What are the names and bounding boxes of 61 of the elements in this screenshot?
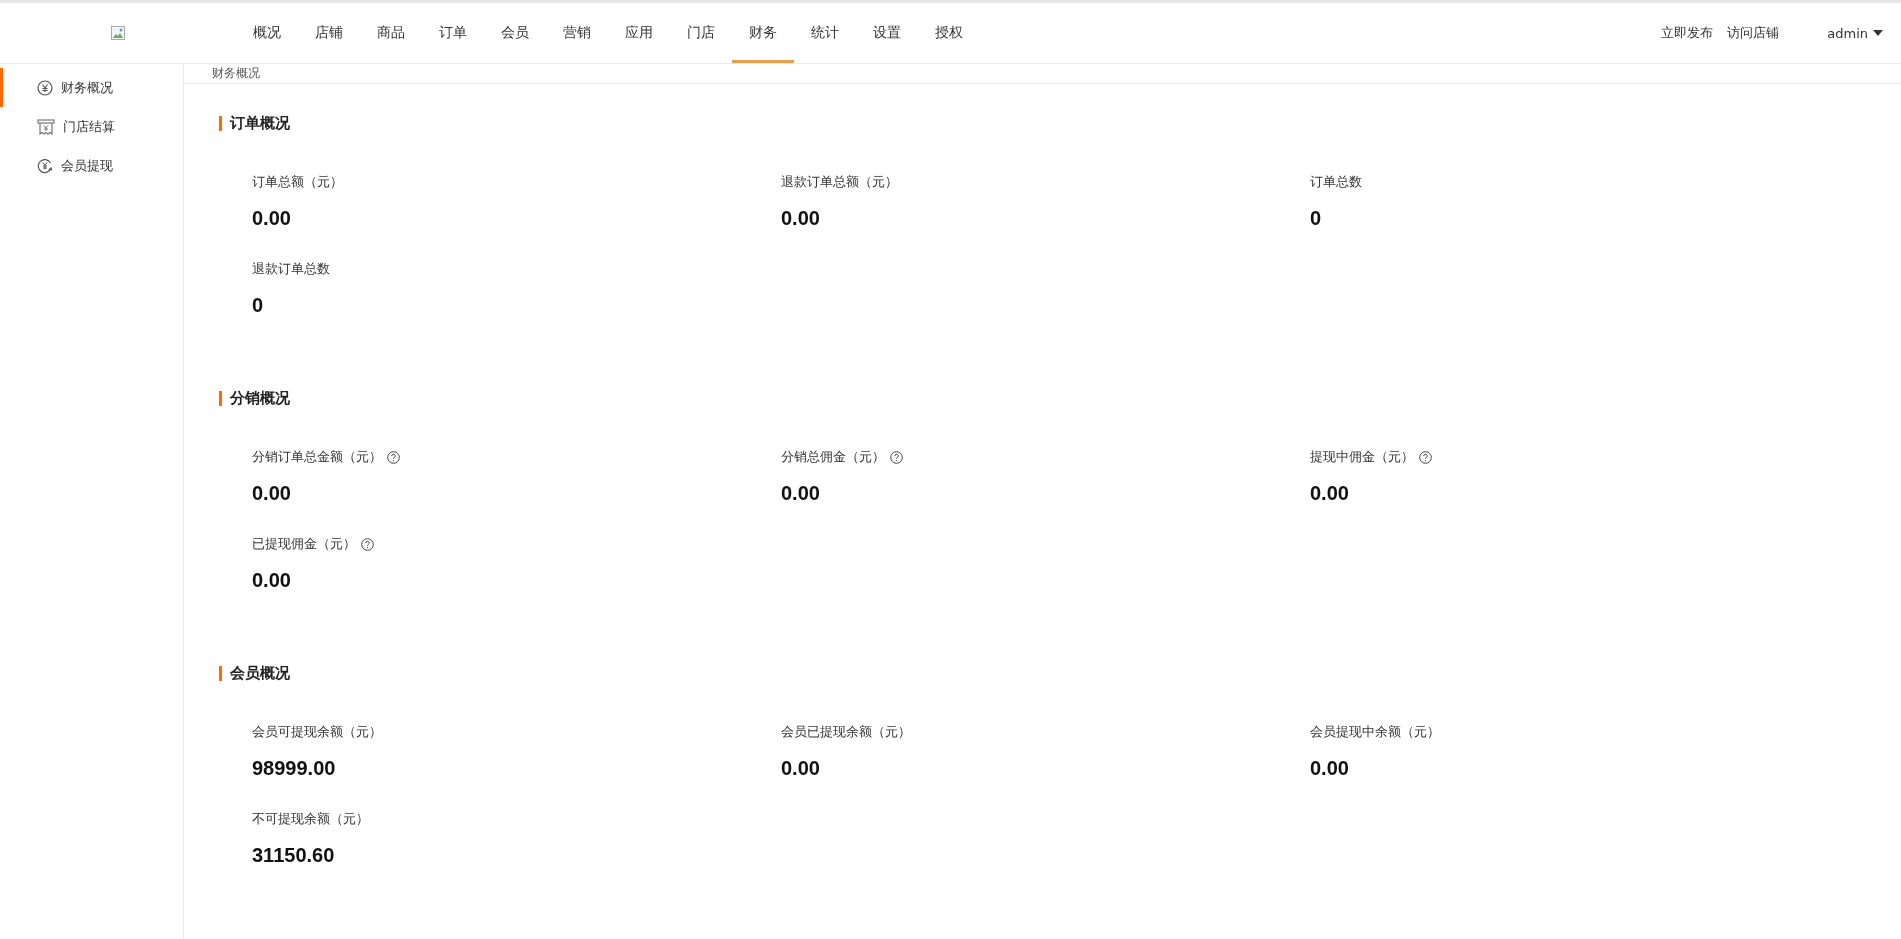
broken-image-icon [111,26,125,40]
help-icon[interactable] [890,450,903,464]
breadcrumb: 财务概况 [212,65,260,82]
user-menu[interactable]: admin [1827,25,1883,41]
section-title: 订单概况 [230,114,290,133]
stat-value: 0 [252,294,265,317]
stat-value: 98999.00 [252,757,337,780]
nav-tab[interactable]: 统计 [794,3,856,63]
nav-tab[interactable]: 应用 [608,3,670,63]
stat-label: 分销订单总金额（元） [252,448,382,466]
caret-icon [1873,30,1883,36]
sidebar-item[interactable]: 会员提现 [0,146,183,185]
accent-bar [219,391,222,406]
nav-tab[interactable]: 门店 [670,3,732,63]
stat-label: 退款订单总额（元） [781,173,898,191]
nav-tab[interactable]: 商品 [360,3,422,63]
stat-value: 0.00 [1310,482,1350,505]
stat-label: 提现中佣金（元） [1310,448,1414,466]
section-title: 分销概况 [230,389,290,408]
accent-bar [219,666,222,681]
help-icon[interactable] [387,450,400,464]
help-icon[interactable] [361,537,374,551]
sidebar-item[interactable]: 财务概况 [0,68,183,107]
withdraw-icon [37,157,53,174]
sidebar-item-label: 门店结算 [63,117,115,136]
header-link[interactable]: 访问店铺 [1727,24,1780,42]
nav-tab[interactable]: 店铺 [298,3,360,63]
nav-tab[interactable]: 设置 [856,3,918,63]
nav-tab[interactable]: 营销 [546,3,608,63]
stat-label: 会员已提现余额（元） [781,723,911,741]
stat-value: 31150.60 [252,844,336,867]
stat-value: 0.00 [252,569,292,592]
stat-label: 会员可提现余额（元） [252,723,382,741]
stat-value: 0.00 [252,207,292,230]
sidebar-item-label: 会员提现 [61,156,113,175]
stat-value: 0 [1310,207,1323,230]
help-icon[interactable] [1419,450,1432,464]
section-title: 会员概况 [230,664,290,683]
header-link[interactable]: 立即发布 [1661,24,1714,42]
stat-value: 0.00 [781,207,821,230]
nav-tab[interactable]: 订单 [422,3,484,63]
stat-label: 分销总佣金（元） [781,448,885,466]
yuan-icon [37,79,53,96]
stat-label: 订单总额（元） [252,173,343,191]
shop-icon [37,118,55,135]
stat-value: 0.00 [781,757,821,780]
nav-tab[interactable]: 概况 [236,3,298,63]
accent-bar [219,116,222,131]
stat-value: 0.00 [781,482,821,505]
stat-value: 0.00 [252,482,292,505]
sidebar-item[interactable]: 门店结算 [0,107,183,146]
stat-label: 订单总数 [1310,173,1362,191]
stat-label: 不可提现余额（元） [252,810,369,828]
stat-label: 已提现佣金（元） [252,535,356,553]
nav-tab[interactable]: 会员 [484,3,546,63]
stat-label: 会员提现中余额（元） [1310,723,1440,741]
nav-tab[interactable]: 财务 [732,3,794,63]
stat-label: 退款订单总数 [252,260,330,278]
sidebar-item-label: 财务概况 [61,78,113,97]
nav-tab[interactable]: 授权 [918,3,980,63]
stat-value: 0.00 [1310,757,1350,780]
